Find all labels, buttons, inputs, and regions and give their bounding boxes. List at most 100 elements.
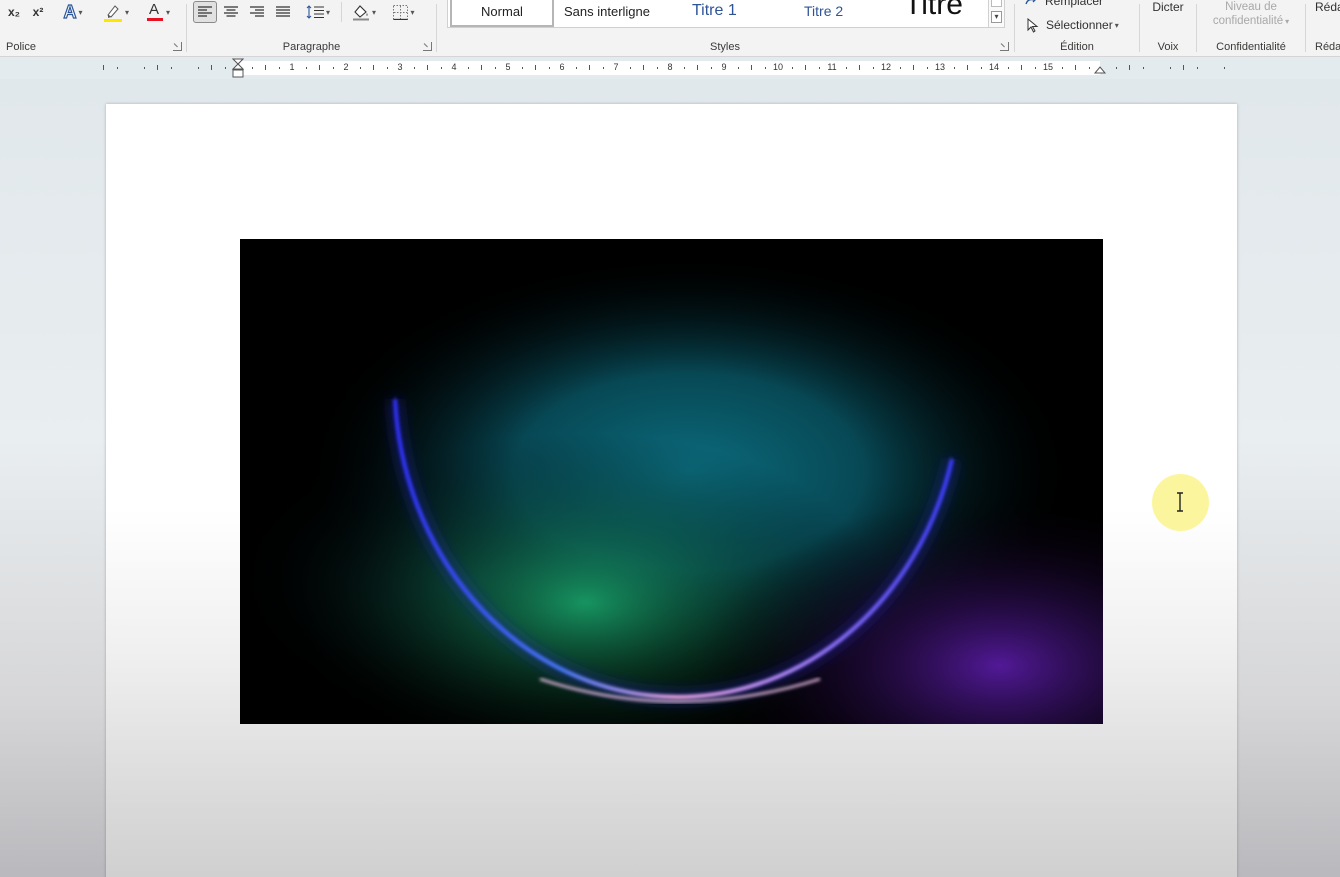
separator [341,2,342,22]
dialog-launcher-icon[interactable] [423,42,432,51]
ruler-number: 6 [559,62,565,72]
style-titre-1[interactable]: Titre 1 [692,0,737,27]
ruler-mark [899,67,901,69]
chevron-down-icon: ▾ [78,7,83,17]
text-effects-button[interactable]: A ▾ [56,1,90,23]
ruler-mark [143,67,145,69]
font-color-bar [146,18,163,21]
shading-button[interactable]: ▾ [347,1,381,23]
ruler-number: 1 [289,62,295,72]
ruler-mark [319,65,320,70]
group-paragraphe: ▾ ▾ ▾ Paragraphe [187,0,436,56]
group-label-styles: Styles [710,41,740,53]
document-image[interactable] [240,239,1103,724]
chevron-down-icon: ▾ [1285,17,1290,26]
redaction-button[interactable]: Réda [1315,0,1340,14]
align-center-button[interactable] [219,1,243,23]
ruler-mark [481,65,482,70]
font-color-icon: A [146,1,164,23]
sensitivity-line-1: Niveau de [1225,1,1277,13]
indent-marker-icon[interactable] [232,58,244,80]
line-spacing-icon [306,5,324,19]
align-right-icon [250,6,264,17]
subscript-button[interactable]: x₂ [4,1,24,23]
ruler-mark [413,67,415,69]
style-titre[interactable]: Titre [904,0,963,27]
replace-button[interactable]: Remplacer [1025,0,1103,8]
ruler-number: 12 [880,62,892,72]
ruler-mark [602,67,604,69]
sensitivity-level-button: Niveau de confidentialité ▾ [1197,0,1305,29]
replace-label: Remplacer [1045,0,1104,8]
group-label-edition: Édition [1060,41,1094,53]
glowing-sphere-picture [240,239,1103,724]
ruler-mark [548,67,550,69]
horizontal-ruler[interactable]: 1 2 3 4 5 6 7 8 9 10 11 12 13 14 15 [100,61,1230,75]
justify-icon [276,6,290,17]
ruler-mark [1021,65,1022,70]
gallery-scroll[interactable]: ▾ [988,0,1004,27]
gallery-scroll-thumb [991,0,1002,7]
ruler-mark [575,67,577,69]
ruler-mark [737,67,739,69]
ruler-number: 8 [667,62,673,72]
ruler-mark [1034,67,1036,69]
ruler-mark [386,67,388,69]
ruler-mark [1142,67,1144,69]
chevron-down-icon: ▾ [1114,20,1119,30]
borders-button[interactable]: ▾ [387,1,421,23]
right-indent-marker-icon[interactable] [1094,64,1106,74]
ruler-number: 11 [827,62,837,72]
ruler-mark [683,67,685,69]
ruler-mark [643,65,644,70]
borders-icon [393,4,409,20]
group-label-police: Police [6,41,36,53]
ruler-mark [211,65,212,70]
ruler-number: 7 [613,62,619,72]
ruler-mark [751,65,752,70]
dialog-launcher-icon[interactable] [173,42,182,51]
group-label-voix: Voix [1157,41,1179,53]
style-titre-2[interactable]: Titre 2 [804,0,843,27]
ruler-number: 15 [1042,62,1054,72]
ruler-mark [359,67,361,69]
ruler-mark [1088,67,1090,69]
ruler-mark [1007,67,1009,69]
ruler-mark [764,67,766,69]
style-normal[interactable]: Normal [450,0,554,27]
dictate-button[interactable]: Dicter [1140,0,1196,14]
justify-button[interactable] [271,1,295,23]
font-color-button[interactable]: A ▾ [140,1,176,23]
line-spacing-button[interactable]: ▾ [301,1,335,23]
chevron-down-icon: ▾ [371,7,376,17]
ruler-mark [265,65,266,70]
select-button[interactable]: Sélectionner ▾ [1027,16,1119,34]
ruler-number: 5 [505,62,511,72]
ruler-mark [1169,67,1171,69]
ruler-mark [535,65,536,70]
ruler-mark [980,67,982,69]
ruler-mark [656,67,658,69]
ruler-number: 2 [343,62,349,72]
group-redaction: Réda Réda [1306,0,1340,56]
align-left-button[interactable] [193,1,217,23]
ruler-mark [1183,65,1184,70]
ruler-mark [170,67,172,69]
sensitivity-line-2: confidentialité [1212,15,1284,27]
ruler-mark [926,67,928,69]
ruler-number: 14 [988,62,1000,72]
align-right-button[interactable] [245,1,269,23]
ruler-mark [373,65,374,70]
align-center-icon [224,6,238,17]
superscript-button[interactable]: x² [28,1,48,23]
ruler-mark [859,65,860,70]
highlight-button[interactable]: ▾ [98,1,134,23]
ruler-mark [116,67,118,69]
ruler-mark [1061,67,1063,69]
ruler-number: 3 [397,62,403,72]
text-effects-icon: A [63,1,77,22]
dialog-launcher-icon[interactable] [1000,42,1009,51]
style-sans-interligne[interactable]: Sans interligne [564,0,650,27]
ruler-number: 4 [451,62,457,72]
more-styles-icon[interactable]: ▾ [991,11,1002,23]
